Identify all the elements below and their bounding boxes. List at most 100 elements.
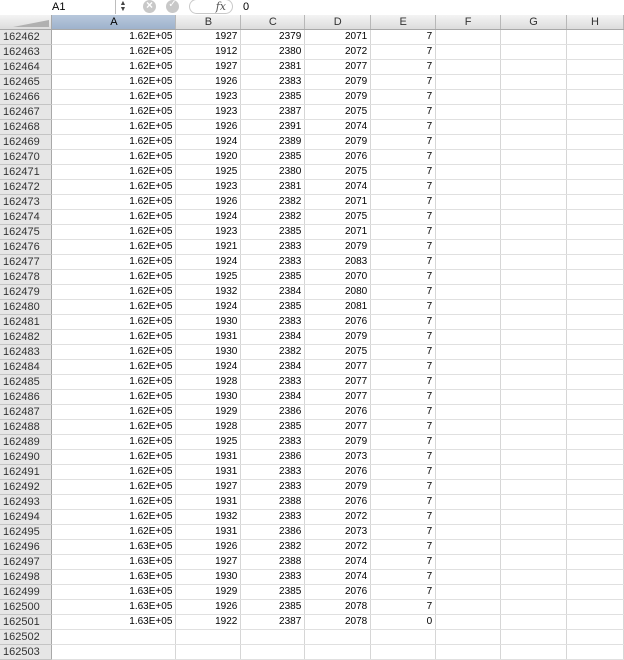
cell-c[interactable]: 2383 <box>240 314 306 330</box>
cell-empty[interactable] <box>500 389 567 405</box>
cell-empty[interactable] <box>566 29 624 45</box>
cell-e[interactable]: 7 <box>370 374 437 390</box>
cell-d[interactable]: 2075 <box>304 209 372 225</box>
cell-c[interactable]: 2383 <box>240 479 306 495</box>
cell-empty[interactable] <box>500 59 567 75</box>
cell-empty[interactable] <box>435 59 502 75</box>
cell-empty[interactable] <box>566 284 624 300</box>
cell-c[interactable]: 2382 <box>240 194 306 210</box>
cell-d[interactable]: 2071 <box>304 224 372 240</box>
cell-b[interactable]: 1923 <box>175 224 242 240</box>
cell-b[interactable]: 1930 <box>175 314 242 330</box>
cell-c[interactable]: 2388 <box>240 554 306 570</box>
cell-empty[interactable] <box>435 629 502 645</box>
cell-d[interactable]: 2079 <box>304 479 372 495</box>
cell-empty[interactable] <box>435 299 502 315</box>
cell-d[interactable]: 2077 <box>304 419 372 435</box>
cell-empty[interactable] <box>566 164 624 180</box>
row-header[interactable]: 162489 <box>0 434 53 450</box>
cell-empty[interactable] <box>566 434 624 450</box>
insert-function-button[interactable]: fx <box>189 0 233 14</box>
cell-empty[interactable] <box>500 449 567 465</box>
row-header[interactable]: 162476 <box>0 239 53 255</box>
cell-d[interactable]: 2078 <box>304 599 372 615</box>
cell-c[interactable]: 2388 <box>240 494 306 510</box>
select-all-corner[interactable] <box>0 15 53 30</box>
cell-e[interactable]: 0 <box>370 614 437 630</box>
cell-empty[interactable] <box>500 104 567 120</box>
cell-empty[interactable] <box>566 149 624 165</box>
cell-empty[interactable] <box>435 419 502 435</box>
cell-a[interactable]: 1.62E+05 <box>51 209 177 225</box>
cell-empty[interactable] <box>500 269 567 285</box>
cell-c[interactable]: 2387 <box>240 614 306 630</box>
cell-c[interactable]: 2380 <box>240 44 306 60</box>
cell-d[interactable] <box>304 629 372 645</box>
cell-empty[interactable] <box>566 329 624 345</box>
cell-e[interactable]: 7 <box>370 569 437 585</box>
column-header-d[interactable]: D <box>304 15 372 30</box>
cell-empty[interactable] <box>435 389 502 405</box>
cell-d[interactable]: 2079 <box>304 89 372 105</box>
column-header-f[interactable]: F <box>435 15 502 30</box>
cell-empty[interactable] <box>435 524 502 540</box>
cell-e[interactable]: 7 <box>370 344 437 360</box>
cell-c[interactable]: 2383 <box>240 74 306 90</box>
cell-b[interactable]: 1929 <box>175 404 242 420</box>
cell-d[interactable]: 2071 <box>304 194 372 210</box>
cell-e[interactable]: 7 <box>370 509 437 525</box>
cell-a[interactable] <box>51 629 177 645</box>
cell-b[interactable]: 1932 <box>175 284 242 300</box>
row-header[interactable]: 162477 <box>0 254 53 270</box>
cell-empty[interactable] <box>435 479 502 495</box>
cell-empty[interactable] <box>500 329 567 345</box>
cell-b[interactable]: 1930 <box>175 569 242 585</box>
cell-c[interactable]: 2386 <box>240 524 306 540</box>
cell-c[interactable]: 2381 <box>240 179 306 195</box>
cell-empty[interactable] <box>435 134 502 150</box>
cell-b[interactable]: 1929 <box>175 584 242 600</box>
cell-e[interactable]: 7 <box>370 149 437 165</box>
cell-b[interactable]: 1921 <box>175 239 242 255</box>
row-header[interactable]: 162499 <box>0 584 53 600</box>
cell-e[interactable]: 7 <box>370 539 437 555</box>
cell-b[interactable]: 1922 <box>175 614 242 630</box>
cell-e[interactable]: 7 <box>370 29 437 45</box>
cell-c[interactable]: 2382 <box>240 539 306 555</box>
cell-empty[interactable] <box>435 179 502 195</box>
cell-empty[interactable] <box>500 344 567 360</box>
cell-empty[interactable] <box>566 254 624 270</box>
cell-a[interactable]: 1.62E+05 <box>51 479 177 495</box>
cell-b[interactable]: 1926 <box>175 74 242 90</box>
cell-b[interactable]: 1931 <box>175 449 242 465</box>
cell-a[interactable]: 1.62E+05 <box>51 269 177 285</box>
cell-a[interactable]: 1.62E+05 <box>51 104 177 120</box>
cell-c[interactable]: 2384 <box>240 359 306 375</box>
cell-a[interactable]: 1.62E+05 <box>51 449 177 465</box>
cell-empty[interactable] <box>500 539 567 555</box>
cell-empty[interactable] <box>500 89 567 105</box>
cell-b[interactable]: 1931 <box>175 494 242 510</box>
row-header[interactable]: 162482 <box>0 329 53 345</box>
cell-d[interactable]: 2077 <box>304 389 372 405</box>
row-header[interactable]: 162501 <box>0 614 53 630</box>
cell-e[interactable]: 7 <box>370 359 437 375</box>
cell-empty[interactable] <box>435 569 502 585</box>
cell-b[interactable]: 1924 <box>175 254 242 270</box>
cell-empty[interactable] <box>500 404 567 420</box>
cell-d[interactable]: 2072 <box>304 539 372 555</box>
cell-a[interactable]: 1.62E+05 <box>51 419 177 435</box>
cell-c[interactable]: 2385 <box>240 269 306 285</box>
cell-c[interactable]: 2385 <box>240 89 306 105</box>
cell-d[interactable]: 2073 <box>304 449 372 465</box>
cell-b[interactable]: 1924 <box>175 209 242 225</box>
row-header[interactable]: 162486 <box>0 389 53 405</box>
cell-empty[interactable] <box>566 419 624 435</box>
cell-c[interactable]: 2383 <box>240 239 306 255</box>
cell-c[interactable]: 2380 <box>240 164 306 180</box>
cell-empty[interactable] <box>566 404 624 420</box>
cell-b[interactable]: 1932 <box>175 509 242 525</box>
cell-a[interactable]: 1.62E+05 <box>51 314 177 330</box>
cell-empty[interactable] <box>566 59 624 75</box>
cell-a[interactable]: 1.62E+05 <box>51 509 177 525</box>
